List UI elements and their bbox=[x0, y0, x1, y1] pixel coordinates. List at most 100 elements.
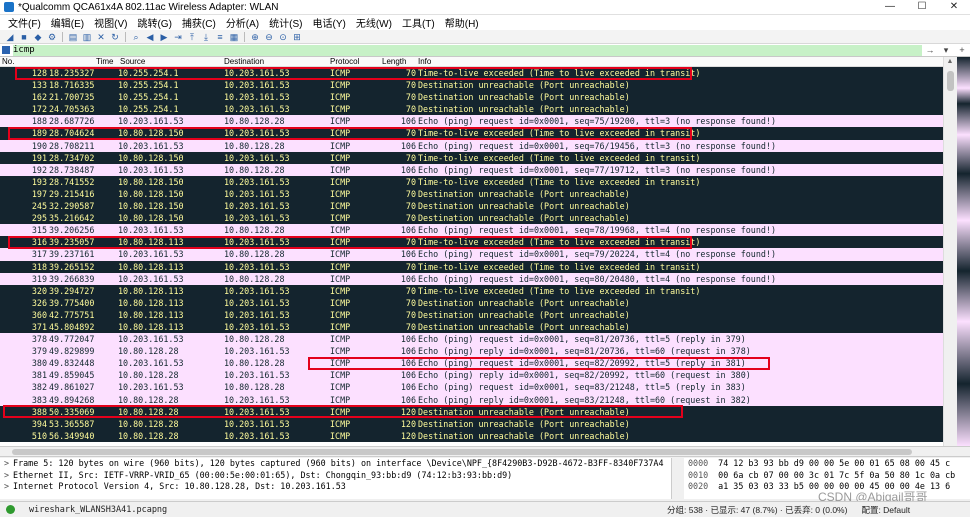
expand-arrow-icon[interactable]: > bbox=[4, 481, 9, 491]
autoscroll-icon[interactable]: ≡ bbox=[214, 31, 226, 43]
menu-view[interactable]: 视图(V) bbox=[89, 15, 132, 30]
packet-row[interactable]: 382 49.861027 10.203.161.53 10.80.128.28 ICM… bbox=[0, 381, 943, 394]
filter-dropdown-icon[interactable]: ▾ bbox=[938, 45, 954, 56]
column-header-length[interactable]: Length bbox=[382, 57, 418, 66]
packet-row[interactable]: 381 49.859045 10.80.128.28 10.203.161.53 ICM… bbox=[0, 369, 943, 382]
column-header-protocol[interactable]: Protocol bbox=[330, 57, 382, 66]
menu-tools[interactable]: 工具(T) bbox=[397, 15, 440, 30]
packet-cell-info: Destination unreachable (Port unreachabl… bbox=[418, 188, 630, 199]
packet-cell-proto: ICMP bbox=[330, 261, 351, 272]
packet-row[interactable]: 128 18.235327 10.255.254.1 10.203.161.53 ICM… bbox=[0, 67, 943, 80]
packet-row[interactable]: 162 21.700735 10.255.254.1 10.203.161.53 ICM… bbox=[0, 91, 943, 104]
packet-row[interactable]: 388 50.335069 10.80.128.28 10.203.161.53 ICM… bbox=[0, 405, 943, 418]
go-forward-icon[interactable]: ▶ bbox=[158, 31, 170, 43]
minimize-button[interactable]: — bbox=[874, 0, 906, 15]
scroll-up-icon[interactable]: ▲ bbox=[944, 57, 956, 67]
packet-row[interactable]: 192 28.738487 10.203.161.53 10.80.128.28 ICM… bbox=[0, 163, 943, 176]
packet-row[interactable]: 317 39.237161 10.203.161.53 10.80.128.28 ICM… bbox=[0, 248, 943, 261]
colorize-icon[interactable]: ▦ bbox=[228, 31, 240, 43]
horizontal-scrollbar[interactable] bbox=[0, 446, 970, 457]
byte-row[interactable]: 0010 00 6a cb 07 00 00 3c 01 7c 5f 0a 50 … bbox=[684, 470, 970, 482]
column-header-source[interactable]: Source bbox=[118, 57, 224, 66]
packet-row[interactable]: 295 35.216642 10.80.128.150 10.203.161.53 IC… bbox=[0, 212, 943, 225]
stop-capture-icon[interactable]: ■ bbox=[18, 31, 30, 43]
shark-fin-start-icon[interactable]: ◢ bbox=[4, 31, 16, 43]
packet-row[interactable]: 133 18.716335 10.255.254.1 10.203.161.53 ICM… bbox=[0, 79, 943, 92]
go-back-icon[interactable]: ◀ bbox=[144, 31, 156, 43]
menu-help[interactable]: 帮助(H) bbox=[440, 15, 484, 30]
packet-row[interactable]: 315 39.206256 10.203.161.53 10.80.128.28 ICM… bbox=[0, 224, 943, 237]
apply-filter-icon[interactable]: → bbox=[922, 45, 938, 55]
menu-analyze[interactable]: 分析(A) bbox=[221, 15, 264, 30]
packet-row[interactable]: 383 49.894268 10.80.128.28 10.203.161.53 ICM… bbox=[0, 393, 943, 406]
scrollbar-thumb[interactable] bbox=[947, 71, 954, 91]
packet-row[interactable]: 394 53.365587 10.80.128.28 10.203.161.53 ICM… bbox=[0, 417, 943, 430]
maximize-button[interactable]: ☐ bbox=[906, 0, 938, 15]
menu-go[interactable]: 跳转(G) bbox=[132, 15, 176, 30]
menu-capture[interactable]: 捕获(C) bbox=[177, 15, 221, 30]
open-file-icon[interactable]: ▤ bbox=[67, 31, 79, 43]
find-packet-icon[interactable]: ⌕ bbox=[130, 31, 142, 43]
packet-row[interactable]: 326 39.775400 10.80.128.113 10.203.161.53 IC… bbox=[0, 296, 943, 309]
go-last-icon[interactable]: ⤓ bbox=[200, 31, 212, 43]
packet-list-scrollbar[interactable]: ▲ bbox=[943, 57, 956, 446]
packet-row[interactable]: 371 45.804892 10.80.128.113 10.203.161.53 IC… bbox=[0, 320, 943, 334]
packet-row[interactable]: 172 24.705363 10.255.254.1 10.203.161.53 ICM… bbox=[0, 103, 943, 116]
menu-file[interactable]: 文件(F) bbox=[3, 15, 46, 30]
packet-row[interactable]: 380 49.832448 10.203.161.53 10.80.128.28 ICM… bbox=[0, 357, 943, 370]
go-to-packet-icon[interactable]: ⇥ bbox=[172, 31, 184, 43]
go-first-icon[interactable]: ⤒ bbox=[186, 31, 198, 43]
packet-minimap[interactable] bbox=[957, 57, 970, 446]
detail-ipv4[interactable]: > Internet Protocol Version 4, Src: 10.80… bbox=[0, 481, 671, 493]
packet-row[interactable]: 245 32.290587 10.80.128.150 10.203.161.53 IC… bbox=[0, 200, 943, 213]
packet-cell-len: 70 bbox=[405, 297, 416, 308]
packet-row[interactable]: 319 39.266839 10.203.161.53 10.80.128.28 ICM… bbox=[0, 272, 943, 285]
byte-row[interactable]: 0000 74 12 b3 93 bb d9 00 00 5e 00 01 65 … bbox=[684, 458, 970, 470]
expert-info-icon[interactable] bbox=[6, 505, 15, 514]
menu-statistics[interactable]: 统计(S) bbox=[264, 15, 307, 30]
save-file-icon[interactable]: ▥ bbox=[81, 31, 93, 43]
horizontal-scrollbar-thumb[interactable] bbox=[12, 449, 912, 455]
bookmark-icon[interactable] bbox=[2, 46, 10, 54]
restart-capture-icon[interactable]: ◆ bbox=[32, 31, 44, 43]
close-file-icon[interactable]: ✕ bbox=[95, 31, 107, 43]
menu-wireless[interactable]: 无线(W) bbox=[351, 15, 397, 30]
packet-cell-no: 380 bbox=[31, 358, 47, 369]
packet-row[interactable]: 191 28.734702 10.80.128.150 10.203.161.53 IC… bbox=[0, 151, 943, 164]
add-filter-button-icon[interactable]: + bbox=[954, 45, 970, 55]
column-header-info[interactable]: Info bbox=[418, 57, 943, 66]
expand-arrow-icon[interactable]: > bbox=[4, 470, 9, 480]
zoom-out-icon[interactable]: ⊖ bbox=[263, 31, 275, 43]
column-header-time[interactable]: Time bbox=[48, 57, 118, 66]
zoom-in-icon[interactable]: ⊕ bbox=[249, 31, 261, 43]
close-button[interactable]: ✕ bbox=[938, 0, 970, 15]
packet-cell-time: 35.216642 bbox=[49, 213, 95, 224]
zoom-reset-icon[interactable]: ⊙ bbox=[277, 31, 289, 43]
reload-icon[interactable]: ↻ bbox=[109, 31, 121, 43]
expand-arrow-icon[interactable]: > bbox=[4, 458, 9, 468]
packet-row[interactable]: 193 28.741552 10.80.128.150 10.203.161.53 IC… bbox=[0, 175, 943, 188]
packet-row[interactable]: 188 28.687726 10.203.161.53 10.80.128.28 ICM… bbox=[0, 115, 943, 128]
menu-telephony[interactable]: 电话(Y) bbox=[308, 15, 351, 30]
detail-frame[interactable]: > Frame 5: 120 bytes on wire (960 bits), … bbox=[0, 458, 671, 470]
details-scrollbar[interactable] bbox=[673, 458, 683, 499]
column-header-no[interactable]: No. bbox=[0, 57, 48, 66]
packet-row[interactable]: 510 56.349940 10.80.128.28 10.203.161.53 ICM… bbox=[0, 429, 943, 442]
packet-row[interactable]: 379 49.829899 10.80.128.28 10.203.161.53 ICM… bbox=[0, 345, 943, 358]
packet-row[interactable]: 316 39.235057 10.80.128.113 10.203.161.53 IC… bbox=[0, 236, 943, 249]
packet-row[interactable]: 318 39.265152 10.80.128.113 10.203.161.53 IC… bbox=[0, 260, 943, 273]
detail-ethernet[interactable]: > Ethernet II, Src: IETF-VRRP-VRID_65 (00… bbox=[0, 470, 671, 482]
packet-row[interactable]: 378 49.772047 10.203.161.53 10.80.128.28 ICM… bbox=[0, 333, 943, 346]
menu-edit[interactable]: 编辑(E) bbox=[46, 15, 89, 30]
packet-cell-info: Echo (ping) reply id=0x0001, seq=81/2073… bbox=[418, 346, 751, 357]
display-filter-input[interactable] bbox=[13, 44, 922, 56]
packet-row[interactable]: 197 29.215416 10.80.128.150 10.203.161.53 IC… bbox=[0, 187, 943, 201]
profile-label[interactable]: 配置: Default bbox=[861, 504, 910, 516]
packet-row[interactable]: 190 28.708211 10.203.161.53 10.80.128.28 ICM… bbox=[0, 139, 943, 152]
capture-options-icon[interactable]: ⚙ bbox=[46, 31, 58, 43]
packet-row[interactable]: 360 42.775751 10.80.128.113 10.203.161.53 IC… bbox=[0, 308, 943, 321]
packet-row[interactable]: 189 28.704624 10.80.128.150 10.203.161.53 IC… bbox=[0, 127, 943, 140]
resize-columns-icon[interactable]: ⊞ bbox=[291, 31, 303, 43]
packet-row[interactable]: 320 39.294727 10.80.128.113 10.203.161.53 IC… bbox=[0, 284, 943, 297]
column-header-destination[interactable]: Destination bbox=[224, 57, 330, 66]
